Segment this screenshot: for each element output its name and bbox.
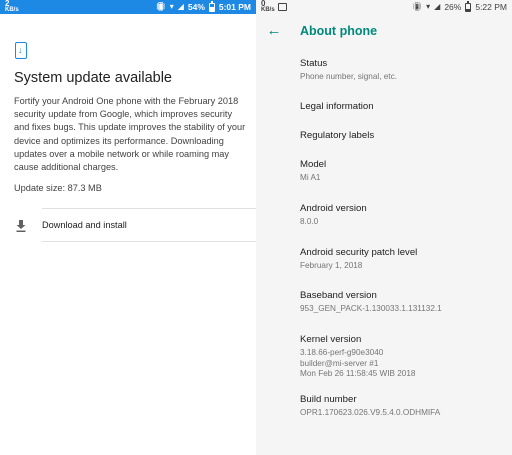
app-bar: ← About phone (256, 14, 512, 50)
item-title: Model (300, 159, 327, 170)
item-title: Build number (300, 394, 357, 405)
battery-fill (209, 6, 214, 11)
settings-item-model[interactable]: Model Mi A1 (300, 159, 506, 184)
battery-icon (465, 0, 472, 12)
status-icons: 📳︎ ▾ ◢ 54% 5:01 PM (155, 0, 251, 12)
settings-item-status[interactable]: Status Phone number, signal, etc. (300, 58, 506, 83)
about-phone-screen: 0 KB/s 📳︎ ▾ ◢ 26% 5:22 PM ← About phone … (256, 0, 512, 455)
item-subtitle: OPR1.170623.026.V9.5.4.0.ODHMIFA (300, 408, 441, 417)
network-speed: 0 KB/s (261, 0, 275, 13)
status-icons: 📳︎ ▾ ◢ 26% 5:22 PM (412, 0, 507, 12)
settings-item-legal-information[interactable]: Legal information (300, 101, 506, 113)
settings-item-regulatory-labels[interactable]: Regulatory labels (300, 130, 506, 142)
vibrate-icon: 📳︎ (412, 2, 423, 11)
update-size: Update size: 87.3 MB (14, 183, 102, 193)
status-left-group: 0 KB/s (261, 0, 287, 13)
app-bar-title: About phone (300, 24, 378, 38)
item-subtitle: 8.0.0 (300, 217, 319, 226)
vibrate-icon: 📳︎ (155, 2, 166, 11)
system-update-icon: ↓ (15, 42, 27, 59)
item-subtitle: 3.18.66-perf-g90e3040 (300, 348, 384, 357)
item-subtitle: Mon Feb 26 11:58:45 WIB 2018 (300, 369, 416, 378)
battery-percent: 54% (187, 2, 205, 12)
item-title: Kernel version (300, 334, 362, 345)
battery-icon (208, 0, 215, 12)
item-title: Android version (300, 203, 367, 214)
settings-item-security-patch-level[interactable]: Android security patch level February 1,… (300, 247, 506, 272)
clock: 5:01 PM (218, 2, 251, 12)
item-subtitle: 953_GEN_PACK-1.130033.1.131132.1 (300, 304, 442, 313)
status-bar-left: 2 KB/s 📳︎ ▾ ◢ 54% 5:01 PM (0, 0, 256, 14)
item-subtitle: Phone number, signal, etc. (300, 72, 397, 81)
item-title: Status (300, 58, 328, 69)
battery-percent: 26% (444, 2, 462, 12)
battery-fill (466, 8, 471, 11)
signal-icon: ◢ (434, 2, 441, 11)
network-speed: 2 KB/s (5, 0, 19, 13)
settings-item-build-number[interactable]: Build number OPR1.170623.026.V9.5.4.0.OD… (300, 394, 506, 419)
network-speed-unit: KB/s (261, 7, 275, 13)
divider-top (42, 208, 256, 209)
wifi-icon: ▾ (169, 2, 174, 11)
download-and-install-button[interactable]: Download and install (0, 210, 256, 242)
page-title: System update available (14, 70, 172, 86)
item-title: Baseband version (300, 290, 377, 301)
divider-bottom (42, 241, 256, 242)
system-update-screen: 2 KB/s 📳︎ ▾ ◢ 54% 5:01 PM ↓ System updat… (0, 0, 256, 455)
update-description: Fortify your Android One phone with the … (14, 96, 246, 173)
update-arrow-icon: ↓ (18, 45, 23, 55)
screenshot-notification-icon (277, 3, 287, 11)
screenshot-stage: 2 KB/s 📳︎ ▾ ◢ 54% 5:01 PM ↓ System updat… (0, 0, 512, 455)
download-icon (16, 219, 26, 232)
back-arrow-icon[interactable]: ← (266, 22, 282, 40)
signal-icon: ◢ (177, 2, 184, 11)
item-subtitle: February 1, 2018 (300, 261, 363, 270)
item-title: Regulatory labels (300, 130, 375, 141)
network-speed-unit: KB/s (5, 7, 19, 13)
settings-item-android-version[interactable]: Android version 8.0.0 (300, 203, 506, 228)
item-subtitle: builder@mi-server #1 (300, 358, 379, 368)
item-subtitle: Mi A1 (300, 173, 321, 182)
settings-item-baseband-version[interactable]: Baseband version 953_GEN_PACK-1.130033.1… (300, 290, 506, 315)
clock: 5:22 PM (475, 2, 507, 12)
settings-item-kernel-version[interactable]: Kernel version 3.18.66-perf-g90e3040 bui… (300, 334, 506, 380)
item-title: Android security patch level (300, 247, 418, 258)
download-label: Download and install (42, 220, 127, 230)
status-bar-right: 0 KB/s 📳︎ ▾ ◢ 26% 5:22 PM (256, 0, 512, 14)
item-title: Legal information (300, 101, 374, 112)
wifi-icon: ▾ (426, 2, 431, 11)
